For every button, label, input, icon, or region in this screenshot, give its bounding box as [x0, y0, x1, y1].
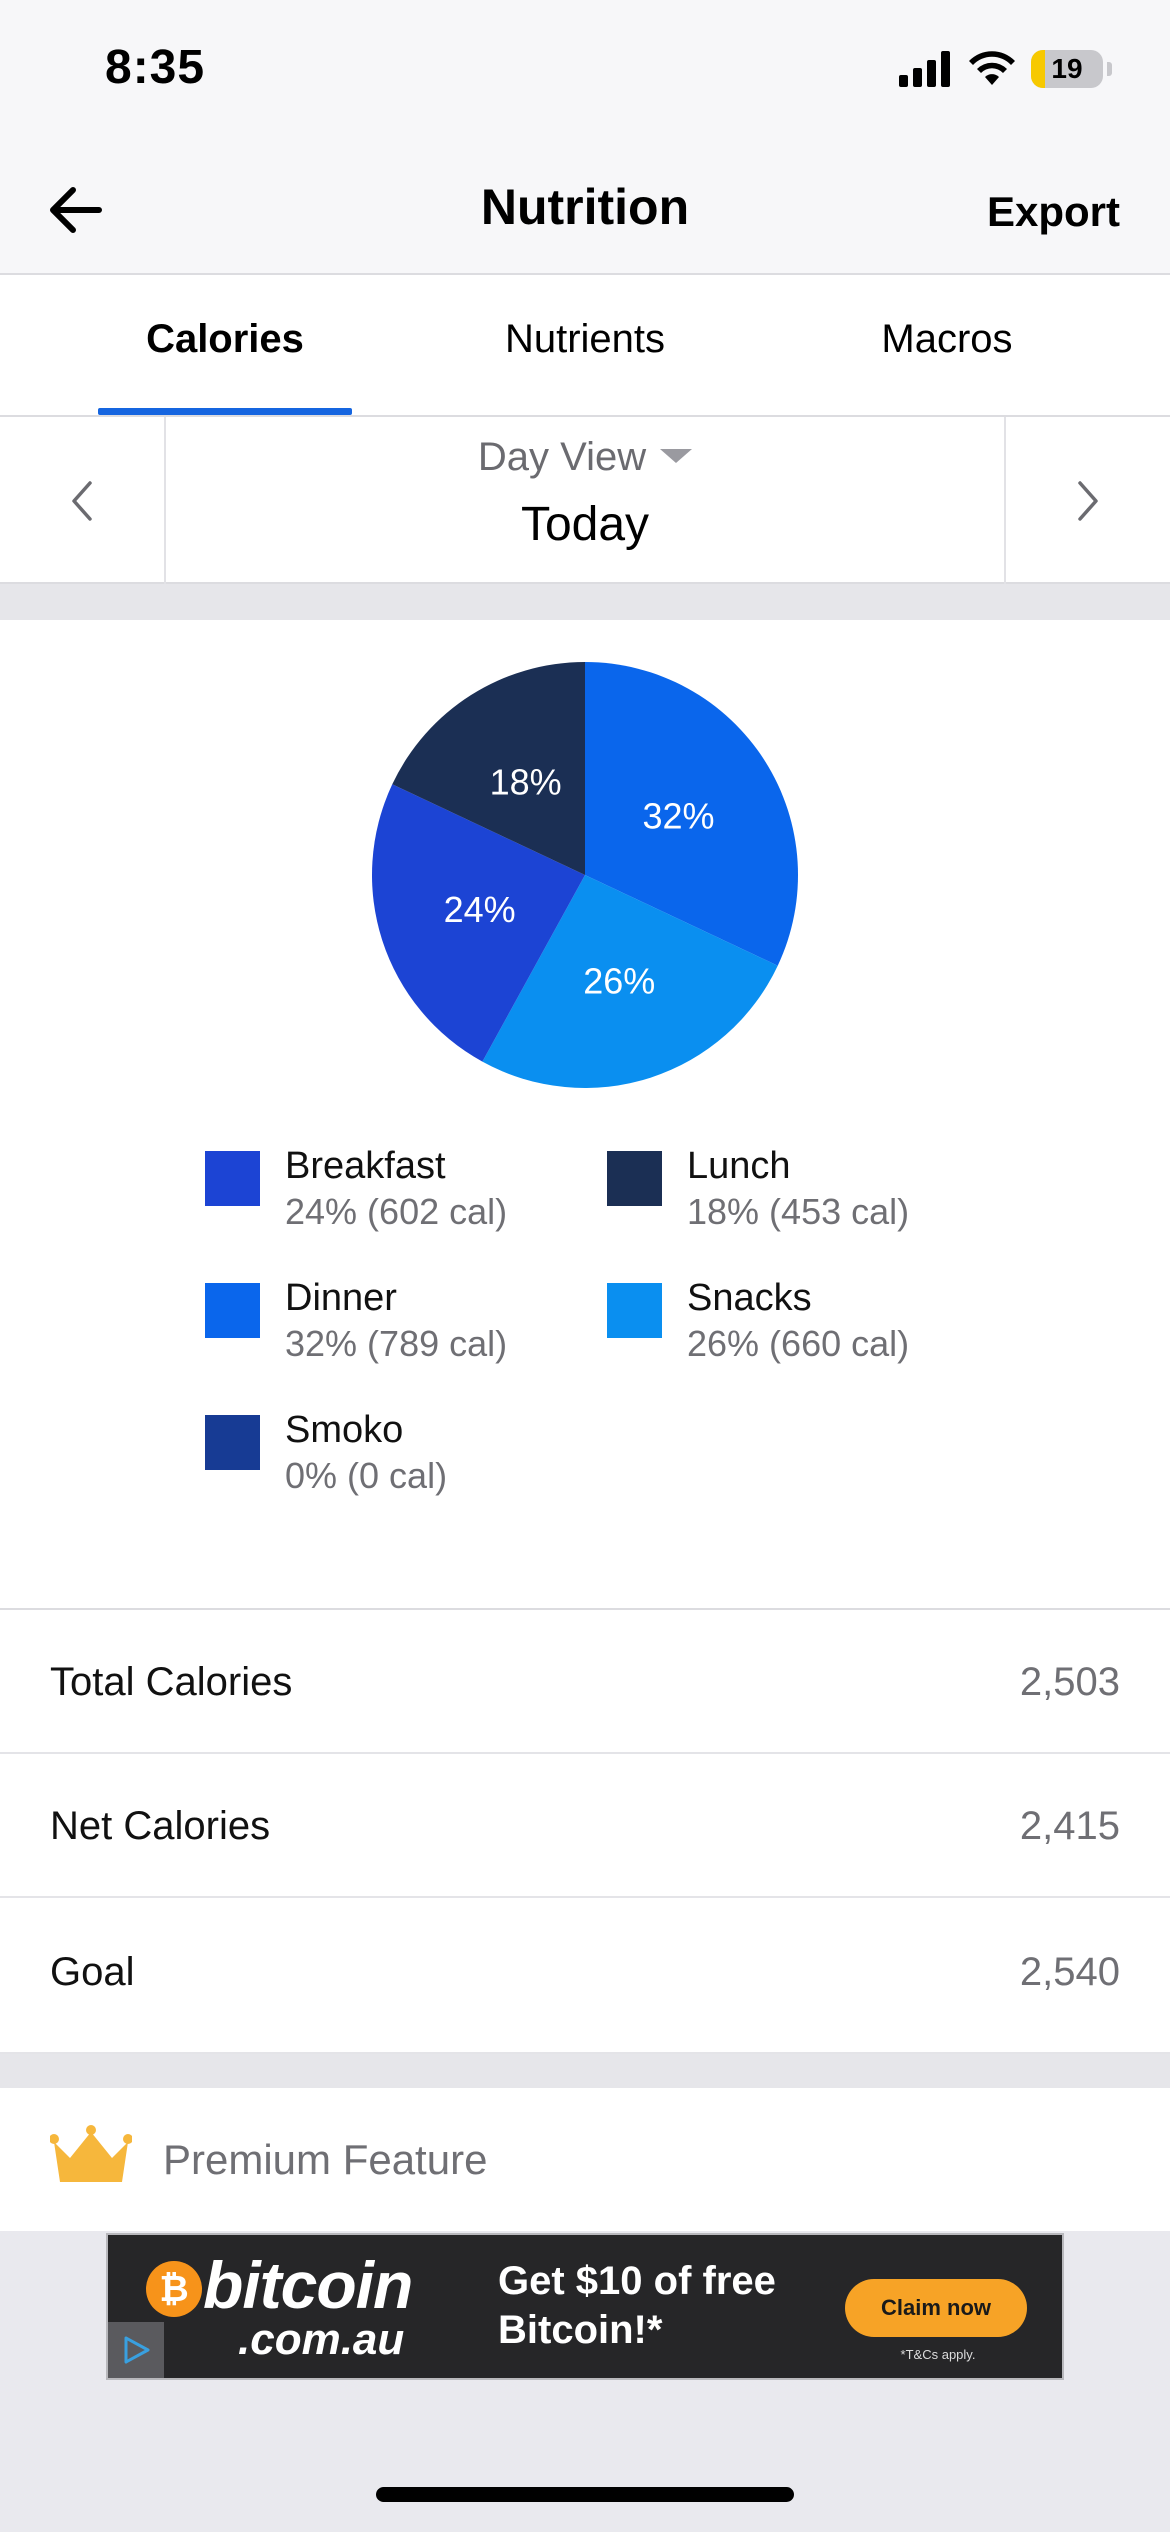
battery-fill	[1031, 50, 1045, 88]
legend-name: Lunch	[687, 1145, 791, 1187]
legend-item-smoko: Smoko 0% (0 cal)	[205, 1409, 585, 1519]
net-calories-value: 2,415	[1019, 1804, 1120, 1848]
section-divider	[0, 2054, 1170, 2088]
status-time: 8:35	[105, 41, 206, 94]
day-selector: Day View Today	[0, 417, 1170, 584]
net-calories-label: Net Calories	[50, 1804, 271, 1848]
total-calories-row: Total Calories 2,503	[0, 1610, 1170, 1754]
legend-swatch	[205, 1415, 260, 1470]
legend-detail: 18% (453 cal)	[687, 1191, 910, 1232]
ad-claim-button[interactable]: Claim now	[845, 2279, 1027, 2337]
legend-swatch	[607, 1151, 662, 1206]
legend-detail: 0% (0 cal)	[285, 1455, 448, 1496]
view-mode-dropdown[interactable]: Day View	[166, 435, 1004, 480]
battery-icon: 19	[1031, 50, 1103, 88]
goal-row: Goal 2,540	[0, 1898, 1170, 2054]
chevron-left-icon	[72, 480, 92, 521]
home-indicator[interactable]	[376, 2487, 794, 2502]
battery-cap	[1107, 62, 1112, 76]
pie-label-dinner: 32%	[642, 796, 714, 837]
tab-macros[interactable]: Macros	[822, 317, 1072, 362]
nav-bar: Nutrition Export	[0, 150, 1170, 275]
legend-item-breakfast: Breakfast 24% (602 cal)	[205, 1145, 585, 1255]
ad-banner[interactable]: ₿ bitcoin .com.au Get $10 of free Bitcoi…	[106, 2233, 1064, 2380]
current-day-label: Today	[520, 498, 650, 551]
legend-name: Dinner	[285, 1277, 397, 1319]
pie-label-lunch: 18%	[490, 761, 562, 802]
ad-triangle-icon	[124, 2336, 150, 2364]
goal-value: 2,540	[1019, 1950, 1120, 1994]
premium-feature-label: Premium Feature	[163, 2136, 488, 2183]
legend-item-dinner: Dinner 32% (789 cal)	[205, 1277, 585, 1387]
active-tab-indicator	[98, 408, 352, 415]
legend-name: Smoko	[285, 1409, 404, 1451]
calories-chart-section: 32% 26% 24% 18% Breakfast 24% (602 cal) Lunch…	[0, 620, 1170, 1610]
ad-domain: .com.au	[238, 2315, 405, 2364]
ad-headline: Get $10 of free Bitcoin!*	[498, 2259, 776, 2352]
previous-day-button[interactable]	[0, 417, 166, 584]
premium-feature-row[interactable]: Premium Feature	[0, 2088, 1170, 2231]
legend-swatch	[205, 1283, 260, 1338]
legend-item-snacks: Snacks 26% (660 cal)	[607, 1277, 987, 1387]
ad-choices-icon[interactable]	[108, 2322, 164, 2378]
net-calories-row: Net Calories 2,415	[0, 1754, 1170, 1898]
chevron-right-icon	[1078, 480, 1098, 521]
legend-item-lunch: Lunch 18% (453 cal)	[607, 1145, 987, 1255]
battery-level: 19	[1051, 53, 1083, 84]
total-calories-value: 2,503	[1019, 1660, 1120, 1704]
status-icons: 19	[899, 50, 1112, 88]
dropdown-caret-icon	[660, 449, 693, 464]
legend-detail: 24% (602 cal)	[285, 1191, 508, 1232]
legend-swatch	[607, 1283, 662, 1338]
tab-nutrients[interactable]: Nutrients	[460, 317, 710, 362]
section-divider	[0, 584, 1170, 620]
next-day-button[interactable]	[1004, 417, 1170, 584]
cellular-signal-icon	[899, 51, 950, 87]
calories-pie-chart: 32% 26% 24% 18%	[372, 662, 798, 1088]
export-button[interactable]: Export	[987, 188, 1120, 236]
legend-detail: 26% (660 cal)	[687, 1323, 910, 1364]
wifi-icon	[969, 51, 1015, 85]
pie-label-breakfast: 24%	[444, 889, 516, 930]
tab-calories[interactable]: Calories	[98, 317, 352, 362]
legend-detail: 32% (789 cal)	[285, 1323, 508, 1364]
status-bar: 8:35 19	[0, 0, 1170, 150]
pie-label-snacks: 26%	[583, 960, 655, 1001]
ad-disclaimer: *T&Cs apply.	[900, 2347, 976, 2362]
total-calories-label: Total Calories	[50, 1660, 293, 1704]
legend-swatch	[205, 1151, 260, 1206]
ad-brand: bitcoin	[203, 2248, 413, 2322]
view-mode-label: Day View	[477, 435, 647, 479]
crown-icon	[50, 2125, 132, 2182]
tab-bar: Calories Nutrients Macros	[0, 275, 1170, 417]
goal-label: Goal	[50, 1950, 135, 1994]
legend-name: Breakfast	[285, 1145, 446, 1187]
legend-name: Snacks	[687, 1277, 812, 1319]
bitcoin-logo-icon: ₿	[146, 2261, 202, 2317]
